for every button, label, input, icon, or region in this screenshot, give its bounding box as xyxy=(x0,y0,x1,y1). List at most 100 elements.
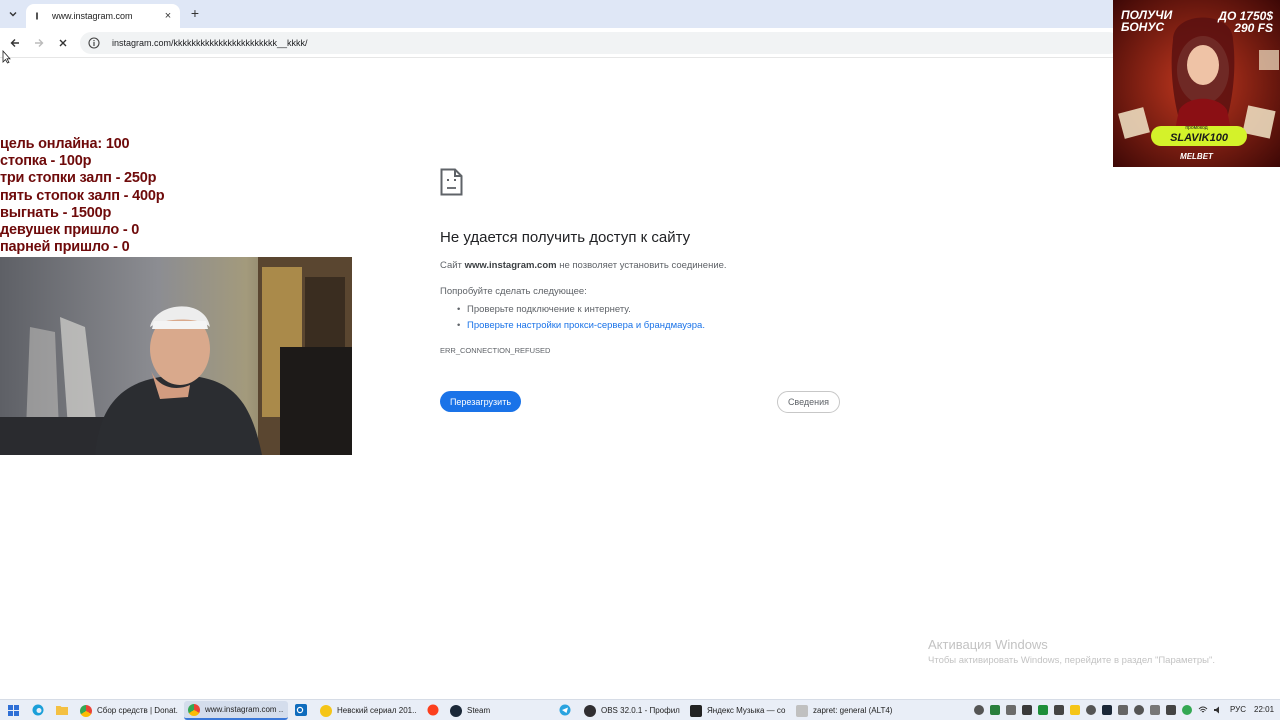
edge-button[interactable] xyxy=(31,703,45,717)
overlay-line: парней пришло - 0 xyxy=(0,239,130,256)
telegram-button[interactable] xyxy=(558,703,572,717)
ad-headline: ПОЛУЧИ БОНУС xyxy=(1121,9,1172,33)
forward-arrow-icon xyxy=(35,39,44,47)
overlay-line: выгнать - 1500р xyxy=(0,204,112,221)
stream-goals-overlay: цель онлайна: 100 стопка - 100р три стоп… xyxy=(0,136,165,256)
obs-icon xyxy=(584,704,596,717)
taskbar-app-zapret[interactable]: zapret: general (ALT4) xyxy=(792,701,896,720)
start-button[interactable] xyxy=(6,703,20,717)
sad-document-icon xyxy=(440,168,463,196)
file-explorer-button[interactable] xyxy=(55,703,69,717)
error-suggestions: Проверьте подключение к интернету. Прове… xyxy=(457,302,705,334)
taskbar-app-label: OBS 32.0.1 - Профил... xyxy=(601,706,680,715)
ad-offer: ДО 1750$ 290 FS xyxy=(1207,10,1273,34)
taskbar-app-obs[interactable]: OBS 32.0.1 - Профил... xyxy=(580,701,684,720)
stop-loading-button[interactable] xyxy=(54,34,72,52)
forward-button[interactable] xyxy=(30,34,48,52)
tray-app-icon[interactable] xyxy=(1038,705,1048,715)
tab-strip: www.instagram.com × + xyxy=(0,0,1280,28)
taskbar-app-label: Невский сериал 201... xyxy=(337,706,416,715)
browser-toolbar: instagram.com/kkkkkkkkkkkkkkkkkkkkkkk__k… xyxy=(0,28,1280,58)
webcam-feed xyxy=(0,257,352,455)
keyboard-language[interactable]: РУС xyxy=(1230,705,1246,714)
browser-tab[interactable]: www.instagram.com × xyxy=(26,4,180,28)
outlook-icon xyxy=(295,704,307,716)
yandex-app-button[interactable] xyxy=(426,703,440,717)
tray-app-icon[interactable] xyxy=(1102,705,1112,715)
yandex-logo-icon xyxy=(427,704,439,716)
ad-promo-code-text: SLAVIK100 xyxy=(1170,132,1228,144)
taskbar-app-label: Сбор средств | Donat... xyxy=(97,706,178,715)
tray-app-icon[interactable] xyxy=(1006,705,1016,715)
ad-promo-label: промокод xyxy=(1185,125,1208,131)
error-site-name: www.instagram.com xyxy=(464,260,557,271)
new-tab-button[interactable]: + xyxy=(188,6,202,20)
taskbar-app-donat[interactable]: Сбор средств | Donat... xyxy=(76,701,182,720)
overlay-line: три стопки залп - 250р xyxy=(0,170,157,187)
tab-search-button[interactable] xyxy=(4,5,22,23)
taskbar: Сбор средств | Donat... www.instagram.co… xyxy=(0,699,1280,720)
details-button[interactable]: Сведения xyxy=(777,391,840,413)
taskbar-app-label: www.instagram.com ... xyxy=(205,705,284,714)
site-info-icon[interactable] xyxy=(88,37,100,49)
tray-app-icon[interactable] xyxy=(1150,705,1160,715)
ad-brand-logo: MELBET xyxy=(1180,152,1213,161)
overlay-line: стопка - 100р xyxy=(0,153,92,170)
address-url: instagram.com/kkkkkkkkkkkkkkkkkkkkkkk__k… xyxy=(112,38,308,48)
tab-title: www.instagram.com xyxy=(52,11,133,21)
tray-app-icon[interactable] xyxy=(1086,705,1096,715)
wifi-icon[interactable] xyxy=(1198,705,1208,715)
tray-app-icon[interactable] xyxy=(1054,705,1064,715)
tray-app-icon[interactable] xyxy=(1022,705,1032,715)
windows-logo-icon xyxy=(7,704,19,716)
back-arrow-icon xyxy=(10,39,19,47)
clock-time[interactable]: 22:01 xyxy=(1254,705,1274,714)
telegram-icon xyxy=(559,704,571,716)
taskbar-app-label: Steam xyxy=(467,706,491,715)
address-bar[interactable]: instagram.com/kkkkkkkkkkkkkkkkkkkkkkk__k… xyxy=(80,32,1120,54)
windows-activation-subtitle: Чтобы активировать Windows, перейдите в … xyxy=(928,655,1215,666)
tray-app-icon[interactable] xyxy=(990,705,1000,715)
error-code: ERR_CONNECTION_REFUSED xyxy=(440,346,551,355)
speaker-icon[interactable] xyxy=(1213,705,1223,715)
taskbar-app-yandex-music[interactable]: Яндекс Музыка — со... xyxy=(686,701,790,720)
close-icon xyxy=(59,39,67,47)
instagram-favicon-icon xyxy=(32,11,42,21)
mouse-cursor-icon xyxy=(2,50,11,64)
taskbar-app-yandex-browser[interactable]: Невский сериал 201... xyxy=(316,701,420,720)
chrome-icon xyxy=(188,703,200,716)
tray-app-icon[interactable] xyxy=(974,705,984,715)
suggestion-check-connection: Проверьте подключение к интернету. xyxy=(457,302,705,318)
taskbar-app-instagram[interactable]: www.instagram.com ... xyxy=(184,701,288,720)
reload-button[interactable]: Перезагрузить xyxy=(440,391,521,412)
error-description: Сайт www.instagram.com не позволяет уста… xyxy=(440,260,727,271)
taskbar-app-label: zapret: general (ALT4) xyxy=(813,706,892,715)
error-desc-prefix: Сайт xyxy=(440,260,465,271)
taskbar-app-label: Яндекс Музыка — со... xyxy=(707,706,786,715)
tray-app-icon[interactable] xyxy=(1182,705,1192,715)
error-try-label: Попробуйте сделать следующее: xyxy=(440,286,587,297)
overlay-line: девушек пришло - 0 xyxy=(0,222,140,239)
yandex-music-icon xyxy=(690,704,702,717)
suggestion-proxy-firewall-link[interactable]: Проверьте настройки прокси-сервера и бра… xyxy=(457,318,705,334)
terminal-icon xyxy=(796,704,808,717)
outlook-button[interactable] xyxy=(294,703,308,717)
windows-activation-title: Активация Windows xyxy=(928,637,1048,652)
overlay-line: цель онлайна: 100 xyxy=(0,136,130,152)
taskbar-app-steam[interactable]: Steam xyxy=(446,701,546,720)
error-desc-suffix: не позволяет установить соединение. xyxy=(556,260,727,271)
overlay-line: пять стопок залп - 400р xyxy=(0,187,165,204)
edge-icon xyxy=(32,704,44,716)
error-title: Не удается получить доступ к сайту xyxy=(440,229,691,246)
folder-icon xyxy=(56,706,68,715)
ad-line-freespins: 290 FS xyxy=(1234,21,1273,35)
tray-app-icon[interactable] xyxy=(1070,705,1080,715)
tray-app-icon[interactable] xyxy=(1118,705,1128,715)
tab-close-button[interactable]: × xyxy=(162,10,174,22)
tray-app-icon[interactable] xyxy=(1134,705,1144,715)
chrome-icon xyxy=(80,704,92,717)
chevron-down-icon xyxy=(9,12,17,17)
ad-banner[interactable]: ПОЛУЧИ БОНУС ДО 1750$ 290 FS SLAVIK100 про… xyxy=(1113,0,1280,167)
tray-app-icon[interactable] xyxy=(1166,705,1176,715)
webcam-image xyxy=(0,257,352,455)
